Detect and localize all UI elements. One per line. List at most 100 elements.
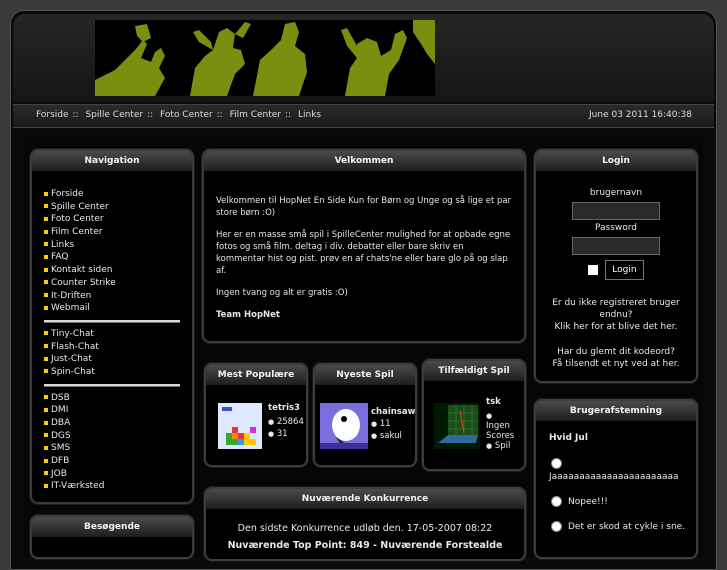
nav-item[interactable]: Counter Strike [44, 277, 192, 290]
tetris-icon [218, 403, 262, 449]
nav-item[interactable]: It-Driften [44, 290, 192, 303]
nav-item[interactable]: DBA [44, 417, 192, 430]
poll-question: Hvid Jul [549, 433, 588, 443]
bullet-icon [44, 356, 48, 361]
poll-title: Brugerafstemning [536, 401, 696, 421]
username-input[interactable] [572, 202, 660, 220]
nav-item[interactable]: DGS [44, 430, 192, 443]
newest-title: Nyeste Spil [315, 365, 415, 385]
welcome-paragraph: Ingen tvang og alt er gratis :O) [216, 288, 348, 298]
popular-game-plays: 25864 [276, 417, 304, 427]
poll-option-radio[interactable] [551, 458, 562, 469]
navigation-menu-main: Forside Spille Center Foto Center Film C… [32, 188, 192, 315]
navigation-panel: Navigation Forside Spille Center Foto Ce… [30, 149, 194, 504]
nav-item[interactable]: DSB [44, 392, 192, 405]
contest-title: Nuværende Konkurrence [206, 489, 524, 509]
nav-link-links[interactable]: Links [298, 110, 321, 120]
popular-game-name[interactable]: tetris3 [268, 403, 304, 413]
password-label: Password [594, 223, 638, 233]
bullet-icon [44, 420, 48, 425]
nav-link-foto-center[interactable]: Foto Center [160, 110, 213, 120]
nav-item[interactable]: DFB [44, 455, 192, 468]
current-datetime: June 03 2011 16:40:38 [589, 110, 692, 120]
poll-option-label: Nopee!!! [568, 497, 608, 507]
bullet-icon [44, 433, 48, 438]
nav-item[interactable]: JOB [44, 468, 192, 481]
nav-item[interactable]: Kontakt siden [44, 264, 192, 277]
bullet-icon [44, 267, 48, 272]
random-game-scores-1: Ingen [486, 421, 510, 431]
bullet-icon [44, 407, 48, 412]
nav-link-forside[interactable]: Forside [36, 110, 69, 120]
bullet-icon [44, 254, 48, 259]
nav-separator: :: [147, 110, 154, 120]
welcome-signature: Team HopNet [216, 310, 280, 320]
top-nav-links: Forside:: Spille Center:: Foto Center:: … [36, 110, 321, 120]
bullet-icon [44, 216, 48, 221]
random-game-scores-2: Scores [486, 431, 515, 441]
nav-separator: :: [72, 110, 79, 120]
random-thumbnail[interactable] [434, 403, 480, 449]
nav-item[interactable]: Film Center [44, 226, 192, 239]
newest-game-name[interactable]: chainsaw [371, 407, 415, 417]
nav-item[interactable]: Spin-Chat [44, 366, 192, 379]
nav-link-spille-center[interactable]: Spille Center [85, 110, 143, 120]
welcome-panel: Velkommen Velkommen til HopNet En Side K… [202, 149, 526, 343]
random-game-play: Spil [494, 441, 511, 451]
poll-option-radio[interactable] [551, 496, 562, 507]
register-link[interactable]: Klik her for at blive det her. [536, 321, 696, 333]
nav-item[interactable]: Forside [44, 188, 192, 201]
bullet-icon [44, 344, 48, 349]
nav-item[interactable]: Links [44, 239, 192, 252]
nav-item[interactable]: IT-Værksted [44, 480, 192, 493]
username-label: brugernavn [589, 188, 643, 198]
nav-item[interactable]: Tiny-Chat [44, 328, 192, 341]
visitors-panel: Besøgende [30, 515, 194, 559]
nav-item[interactable]: Webmail [44, 302, 192, 315]
forgot-link[interactable]: Få tilsendt et nyt ved at her. [536, 358, 696, 370]
nav-separator: :: [216, 110, 223, 120]
popular-thumbnail[interactable] [218, 403, 262, 449]
nav-item[interactable]: SMS [44, 442, 192, 455]
nav-item[interactable]: Just-Chat [44, 353, 192, 366]
bullet-icon [44, 293, 48, 297]
welcome-paragraph: Her er en masse små spil i SpilleCenter … [216, 230, 511, 276]
remember-checkbox[interactable] [588, 265, 599, 275]
contest-top-points: Nuværende Top Point: 849 - Nuværende For… [227, 540, 503, 551]
register-text: Er du ikke registreret bruger endnu? [552, 298, 680, 320]
popular-title: Mest Populære [206, 365, 306, 385]
bullet-icon [44, 191, 48, 196]
tsk-icon [434, 403, 480, 449]
login-button[interactable]: Login [605, 260, 644, 280]
random-game-name[interactable]: tsk [486, 397, 514, 407]
bullet-icon [44, 483, 48, 488]
nav-link-film-center[interactable]: Film Center [230, 110, 281, 120]
bullet-icon [44, 471, 48, 476]
welcome-paragraph: Velkommen til HopNet En Side Kun for Bør… [216, 196, 512, 218]
login-title: Login [536, 151, 696, 171]
forgot-text: Har du glemt dit kodeord? [557, 347, 675, 357]
nav-item[interactable]: DMI [44, 404, 192, 417]
newest-game-panel: Nyeste Spil chainsaw ● 11 ● sakul [313, 363, 417, 467]
popular-game-score: 31 [276, 429, 288, 439]
nav-separator: :: [285, 110, 292, 120]
bullet-icon [44, 458, 48, 463]
poll-option-label: Jaaaaaaaaaaaaaaaaaaaaaaa [549, 472, 679, 482]
bullet-icon [44, 280, 48, 285]
bullet-icon [44, 445, 48, 450]
password-input[interactable] [572, 237, 660, 255]
menu-divider [44, 383, 180, 387]
login-panel: Login brugernavn Password Login Er du ik… [534, 149, 698, 383]
bullet-icon [44, 229, 48, 234]
nav-item[interactable]: Foto Center [44, 213, 192, 226]
menu-divider [44, 319, 180, 323]
nav-item[interactable]: Spille Center [44, 201, 192, 214]
nav-item[interactable]: Flash-Chat [44, 341, 192, 354]
bullet-icon [44, 369, 48, 374]
bullet-icon [44, 305, 48, 310]
newest-thumbnail[interactable] [320, 403, 368, 449]
nav-item[interactable]: FAQ [44, 251, 192, 264]
bullet-icon [44, 242, 48, 247]
poll-option-radio[interactable] [551, 521, 562, 532]
contest-text: Den sidste Konkurrence udløb den. 17-05-… [237, 523, 493, 534]
